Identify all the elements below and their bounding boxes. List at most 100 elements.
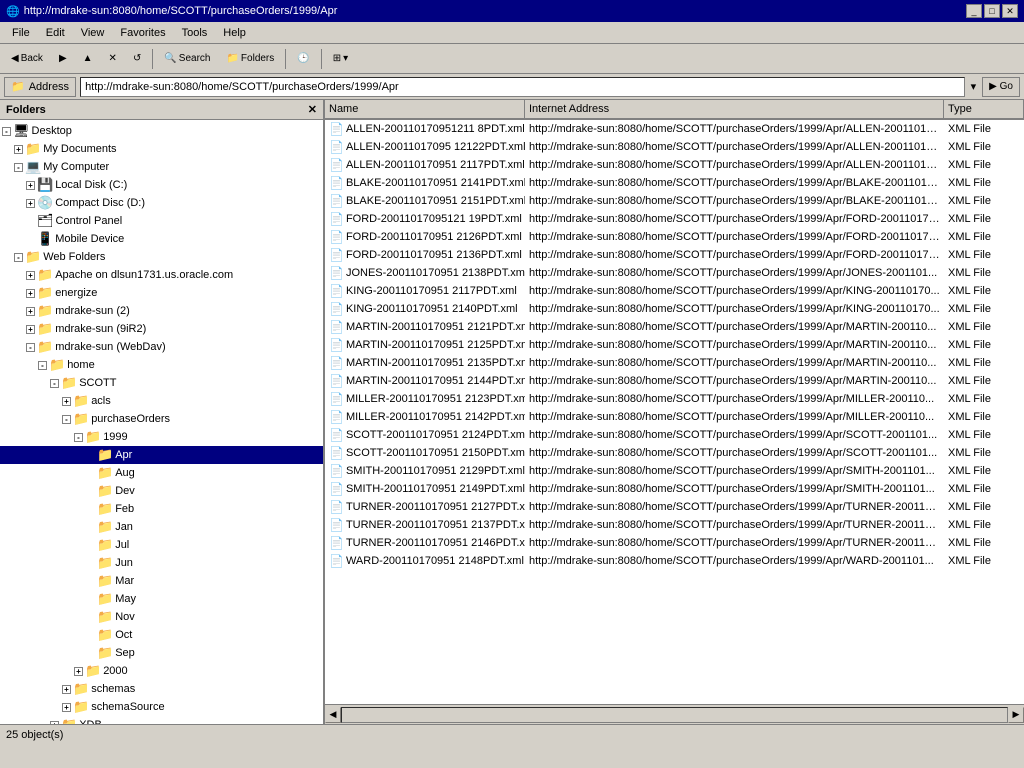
table-row[interactable]: 📄ALLEN-200110170951211 8PDT.xmlhttp://md… bbox=[325, 120, 1024, 138]
tree-toggle-web-folders[interactable]: - bbox=[14, 253, 23, 262]
tree-item-desktop[interactable]: -🖥Desktop bbox=[0, 122, 323, 140]
table-row[interactable]: 📄ALLEN-200110170951 2117PDT.xmlhttp://md… bbox=[325, 156, 1024, 174]
file-list-content[interactable]: 📄ALLEN-200110170951211 8PDT.xmlhttp://md… bbox=[325, 120, 1024, 704]
tree-item-aug[interactable]: 📁Aug bbox=[0, 464, 323, 482]
tree-item-my-computer[interactable]: -💻My Computer bbox=[0, 158, 323, 176]
close-button[interactable]: ✕ bbox=[1002, 4, 1018, 18]
table-row[interactable]: 📄MARTIN-200110170951 2135PDT.xmlhttp://m… bbox=[325, 354, 1024, 372]
table-row[interactable]: 📄FORD-200110170951 2136PDT.xmlhttp://mdr… bbox=[325, 246, 1024, 264]
tree-item-acls[interactable]: +📁acls bbox=[0, 392, 323, 410]
tree-item-nov[interactable]: 📁Nov bbox=[0, 608, 323, 626]
up-button[interactable]: ▲ bbox=[76, 47, 100, 71]
table-row[interactable]: 📄MARTIN-200110170951 2125PDT.xmlhttp://m… bbox=[325, 336, 1024, 354]
tree-toggle-mdrake-sun-webdav[interactable]: - bbox=[26, 343, 35, 352]
menu-help[interactable]: Help bbox=[215, 25, 254, 41]
tree-item-compact-disc[interactable]: +💿Compact Disc (D:) bbox=[0, 194, 323, 212]
search-button[interactable]: 🔍 Search bbox=[157, 47, 217, 71]
col-header-name[interactable]: Name bbox=[325, 100, 525, 118]
tree-item-xdb[interactable]: +📁XDB bbox=[0, 716, 323, 724]
tree-item-apr[interactable]: 📁Apr bbox=[0, 446, 323, 464]
tree-toggle-apache[interactable]: + bbox=[26, 271, 35, 280]
tree-toggle-schemas[interactable]: + bbox=[62, 685, 71, 694]
col-header-internet[interactable]: Internet Address bbox=[525, 100, 944, 118]
scroll-left-button[interactable]: ◀ bbox=[325, 707, 341, 723]
table-row[interactable]: 📄MARTIN-200110170951 2121PDT.xmlhttp://m… bbox=[325, 318, 1024, 336]
table-row[interactable]: 📄KING-200110170951 2140PDT.xmlhttp://mdr… bbox=[325, 300, 1024, 318]
tree-toggle-scott[interactable]: - bbox=[50, 379, 59, 388]
tree-item-1999[interactable]: -📁1999 bbox=[0, 428, 323, 446]
menu-edit[interactable]: Edit bbox=[38, 25, 73, 41]
table-row[interactable]: 📄TURNER-200110170951 2146PDT.xmlhttp://m… bbox=[325, 534, 1024, 552]
views-button[interactable]: ⊞▾ bbox=[326, 47, 355, 71]
table-row[interactable]: 📄ALLEN-20011017095 12122PDT.xmlhttp://md… bbox=[325, 138, 1024, 156]
tree-item-my-docs[interactable]: +📁My Documents bbox=[0, 140, 323, 158]
tree-item-apache[interactable]: +📁Apache on dlsun1731.us.oracle.com bbox=[0, 266, 323, 284]
dropdown-icon[interactable]: ▾ bbox=[969, 80, 979, 93]
tree-toggle-mdrake-sun9ir2[interactable]: + bbox=[26, 325, 35, 334]
table-row[interactable]: 📄MARTIN-200110170951 2144PDT.xmlhttp://m… bbox=[325, 372, 1024, 390]
tree-toggle-compact-disc[interactable]: + bbox=[26, 199, 35, 208]
tree-item-mdrake-sun9ir2[interactable]: +📁mdrake-sun (9iR2) bbox=[0, 320, 323, 338]
refresh-button[interactable]: ↺ bbox=[126, 47, 148, 71]
menu-view[interactable]: View bbox=[73, 25, 113, 41]
tree-item-feb[interactable]: 📁Feb bbox=[0, 500, 323, 518]
tree-item-mdrake-sun-webdav[interactable]: -📁mdrake-sun (WebDav) bbox=[0, 338, 323, 356]
table-row[interactable]: 📄TURNER-200110170951 2137PDT.xmlhttp://m… bbox=[325, 516, 1024, 534]
table-row[interactable]: 📄KING-200110170951 2117PDT.xmlhttp://mdr… bbox=[325, 282, 1024, 300]
table-row[interactable]: 📄FORD-200110170951 2126PDT.xmlhttp://mdr… bbox=[325, 228, 1024, 246]
tree-toggle-desktop[interactable]: - bbox=[2, 127, 11, 136]
folder-pane-close[interactable]: ✕ bbox=[308, 103, 317, 116]
tree-toggle-energize[interactable]: + bbox=[26, 289, 35, 298]
table-row[interactable]: 📄SCOTT-200110170951 2124PDT.xmlhttp://md… bbox=[325, 426, 1024, 444]
scroll-right-button[interactable]: ▶ bbox=[1008, 707, 1024, 723]
tree-item-mobile-device[interactable]: 📱Mobile Device bbox=[0, 230, 323, 248]
tree-item-local-disk[interactable]: +💾Local Disk (C:) bbox=[0, 176, 323, 194]
table-row[interactable]: 📄SCOTT-200110170951 2150PDT.xmlhttp://md… bbox=[325, 444, 1024, 462]
tree-item-energize[interactable]: +📁energize bbox=[0, 284, 323, 302]
col-header-type[interactable]: Type bbox=[944, 100, 1024, 118]
tree-toggle-my-computer[interactable]: - bbox=[14, 163, 23, 172]
tree-toggle-2000[interactable]: + bbox=[74, 667, 83, 676]
table-row[interactable]: 📄MILLER-200110170951 2142PDT.xmlhttp://m… bbox=[325, 408, 1024, 426]
tree-item-dev[interactable]: 📁Dev bbox=[0, 482, 323, 500]
tree-item-jan[interactable]: 📁Jan bbox=[0, 518, 323, 536]
menu-tools[interactable]: Tools bbox=[174, 25, 216, 41]
table-row[interactable]: 📄BLAKE-200110170951 2141PDT.xmlhttp://md… bbox=[325, 174, 1024, 192]
minimize-button[interactable]: _ bbox=[966, 4, 982, 18]
folder-pane-content[interactable]: -🖥Desktop+📁My Documents-💻My Computer+💾Lo… bbox=[0, 120, 323, 724]
menu-favorites[interactable]: Favorites bbox=[112, 25, 173, 41]
tree-item-sep[interactable]: 📁Sep bbox=[0, 644, 323, 662]
tree-toggle-1999[interactable]: - bbox=[74, 433, 83, 442]
tree-toggle-schemasource[interactable]: + bbox=[62, 703, 71, 712]
table-row[interactable]: 📄BLAKE-200110170951 2151PDT.xmlhttp://md… bbox=[325, 192, 1024, 210]
tree-item-may[interactable]: 📁May bbox=[0, 590, 323, 608]
tree-item-home[interactable]: -📁home bbox=[0, 356, 323, 374]
tree-toggle-mdrake-sun2[interactable]: + bbox=[26, 307, 35, 316]
go-button[interactable]: ▶ Go bbox=[982, 77, 1020, 97]
table-row[interactable]: 📄FORD-20011017095121 19PDT.xmlhttp://mdr… bbox=[325, 210, 1024, 228]
tree-toggle-local-disk[interactable]: + bbox=[26, 181, 35, 190]
tree-toggle-purchaseorders[interactable]: - bbox=[62, 415, 71, 424]
tree-item-oct[interactable]: 📁Oct bbox=[0, 626, 323, 644]
tree-item-schemasource[interactable]: +📁schemaSource bbox=[0, 698, 323, 716]
history-button[interactable]: 🕒 bbox=[290, 47, 316, 71]
address-input[interactable] bbox=[80, 77, 965, 97]
tree-item-scott[interactable]: -📁SCOTT bbox=[0, 374, 323, 392]
folders-button[interactable]: 📁 Folders bbox=[219, 47, 281, 71]
table-row[interactable]: 📄MILLER-200110170951 2123PDT.xmlhttp://m… bbox=[325, 390, 1024, 408]
tree-toggle-home[interactable]: - bbox=[38, 361, 47, 370]
tree-item-jul[interactable]: 📁Jul bbox=[0, 536, 323, 554]
tree-item-control-panel[interactable]: 🗂Control Panel bbox=[0, 212, 323, 230]
tree-item-mar[interactable]: 📁Mar bbox=[0, 572, 323, 590]
tree-item-schemas[interactable]: +📁schemas bbox=[0, 680, 323, 698]
table-row[interactable]: 📄TURNER-200110170951 2127PDT.xmlhttp://m… bbox=[325, 498, 1024, 516]
scroll-track[interactable] bbox=[341, 707, 1008, 723]
table-row[interactable]: 📄SMITH-200110170951 2129PDT.xmlhttp://md… bbox=[325, 462, 1024, 480]
tree-item-mdrake-sun2[interactable]: +📁mdrake-sun (2) bbox=[0, 302, 323, 320]
table-row[interactable]: 📄SMITH-200110170951 2149PDT.xmlhttp://md… bbox=[325, 480, 1024, 498]
maximize-button[interactable]: □ bbox=[984, 4, 1000, 18]
tree-toggle-my-docs[interactable]: + bbox=[14, 145, 23, 154]
tree-item-purchaseorders[interactable]: -📁purchaseOrders bbox=[0, 410, 323, 428]
table-row[interactable]: 📄JONES-200110170951 2138PDT.xmlhttp://md… bbox=[325, 264, 1024, 282]
tree-item-2000[interactable]: +📁2000 bbox=[0, 662, 323, 680]
